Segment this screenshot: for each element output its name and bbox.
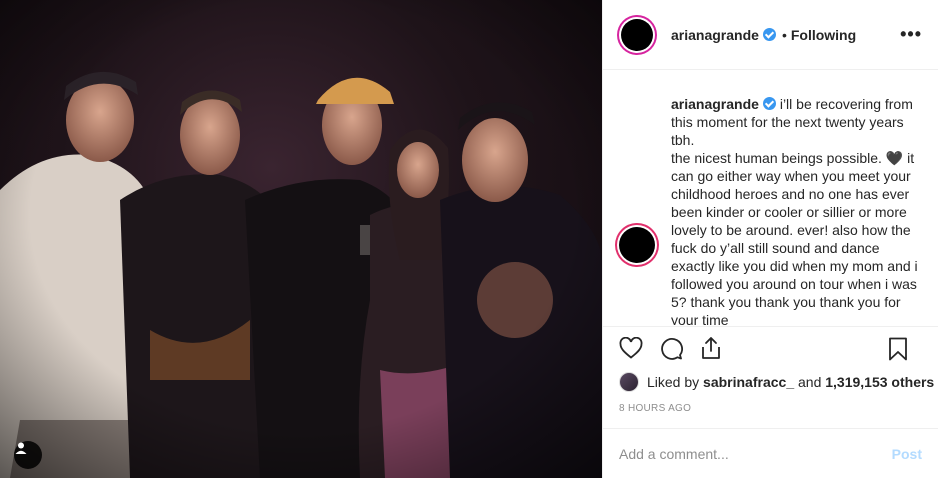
separator-dot: • bbox=[781, 26, 787, 43]
heart-icon bbox=[619, 336, 643, 364]
post-comment-button[interactable]: Post bbox=[892, 446, 922, 462]
likes-prefix: Liked by bbox=[647, 374, 700, 390]
post-header: arianagrande • Following ••• bbox=[603, 0, 938, 70]
author-info: arianagrande • Following bbox=[671, 27, 856, 43]
save-button[interactable] bbox=[884, 337, 912, 365]
author-username[interactable]: arianagrande bbox=[671, 27, 759, 43]
post-caption: arianagrande i’ll be recovering from thi… bbox=[671, 95, 921, 325]
instagram-post-modal: arianagrande • Following ••• arianagrand… bbox=[0, 0, 938, 478]
post-timestamp[interactable]: 8 HOURS AGO bbox=[619, 403, 691, 414]
likes-connector: and bbox=[798, 374, 822, 390]
verified-badge-icon bbox=[762, 28, 776, 41]
action-bar bbox=[603, 326, 938, 374]
caption-scroll-area[interactable]: arianagrande i’ll be recovering from thi… bbox=[603, 71, 938, 325]
caption-username[interactable]: arianagrande bbox=[671, 96, 759, 112]
caption-line-2: the nicest human beings possible. 🖤 it c… bbox=[671, 150, 918, 325]
caption-author-avatar[interactable] bbox=[619, 227, 655, 263]
post-side-panel: arianagrande • Following ••• arianagrand… bbox=[602, 0, 938, 478]
more-options-icon[interactable]: ••• bbox=[900, 24, 922, 45]
comment-bubble-icon bbox=[659, 336, 683, 365]
add-comment-section: Post bbox=[603, 428, 938, 478]
share-button[interactable] bbox=[697, 337, 725, 365]
comment-button[interactable] bbox=[657, 337, 685, 365]
likes-summary: Liked by sabrinafracc_ and 1,319,153 oth… bbox=[619, 372, 934, 392]
bookmark-icon bbox=[888, 337, 908, 366]
liker-avatar[interactable] bbox=[619, 372, 639, 392]
user-tag-button[interactable] bbox=[14, 441, 42, 469]
likes-count-link[interactable]: 1,319,153 others bbox=[825, 374, 934, 390]
share-icon bbox=[700, 336, 722, 365]
like-button[interactable] bbox=[617, 336, 645, 365]
group-photo-illustration bbox=[0, 0, 602, 478]
comment-input[interactable] bbox=[619, 445, 892, 462]
liker-username[interactable]: sabrinafracc_ bbox=[703, 374, 794, 390]
post-photo[interactable] bbox=[0, 0, 602, 478]
verified-badge-icon bbox=[762, 97, 776, 110]
author-avatar[interactable] bbox=[621, 18, 653, 51]
following-button[interactable]: Following bbox=[791, 27, 856, 43]
